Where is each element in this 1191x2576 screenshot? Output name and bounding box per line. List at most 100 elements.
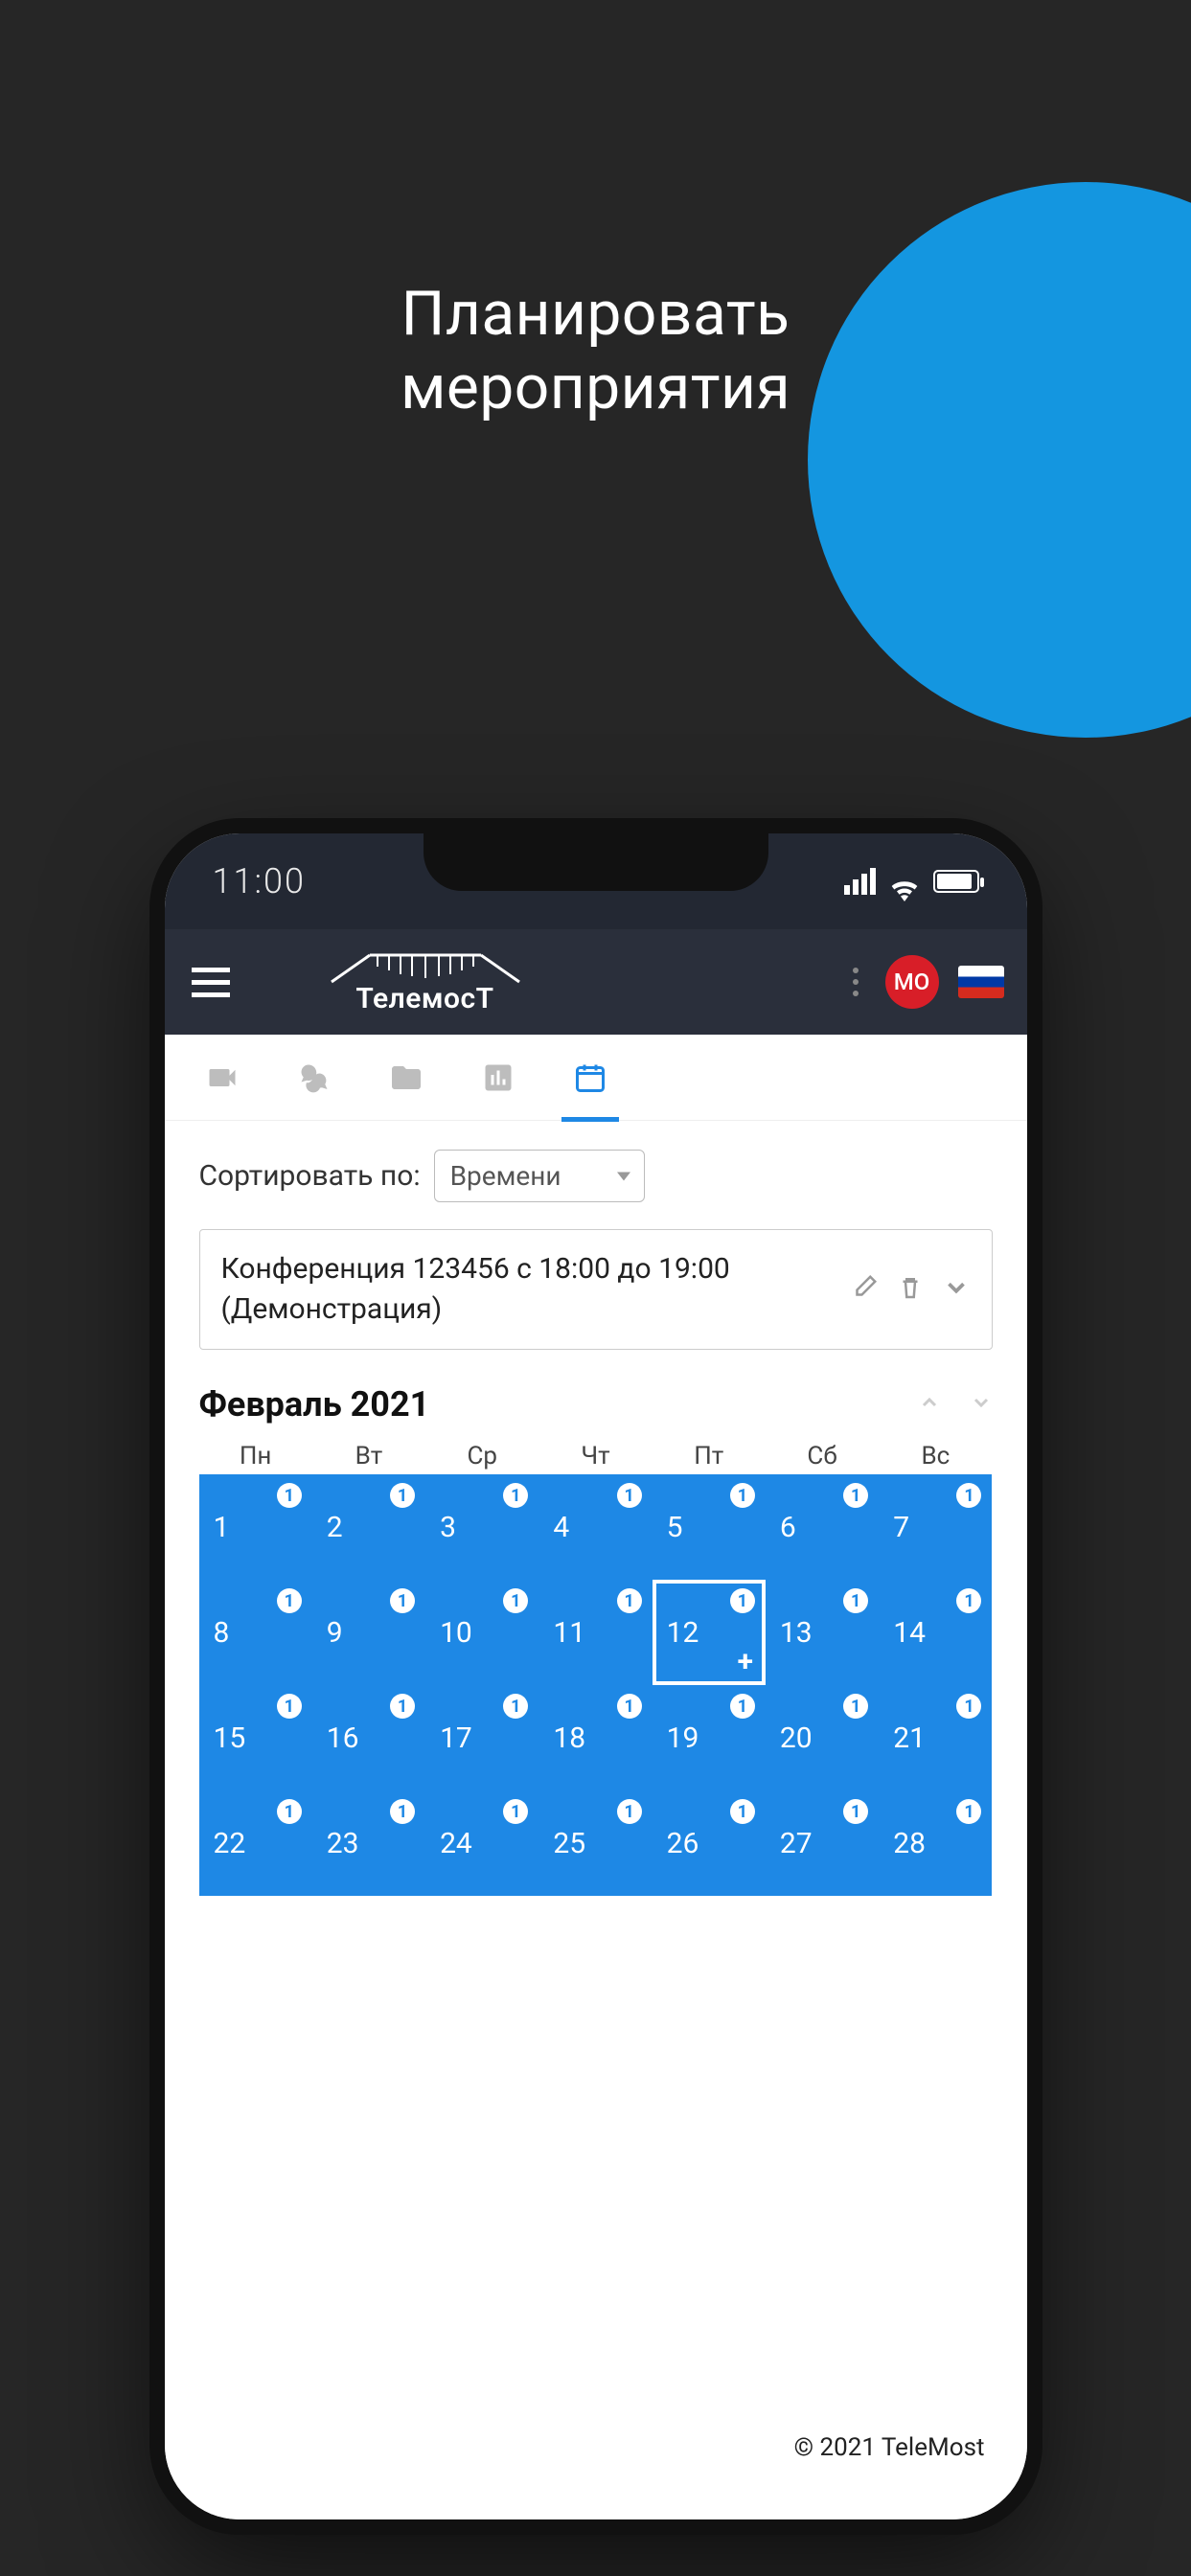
day-event-badge: 1 <box>956 1694 981 1719</box>
prev-month-button[interactable] <box>918 1391 941 1418</box>
calendar-day[interactable]: 71 <box>879 1474 992 1580</box>
calendar-day[interactable]: 12 1 + <box>653 1580 766 1685</box>
calendar-day[interactable]: 91 <box>312 1580 425 1685</box>
menu-button[interactable] <box>188 964 234 1001</box>
day-number: 12 <box>667 1616 699 1650</box>
day-event-badge: 1 <box>277 1588 302 1613</box>
language-flag-ru[interactable] <box>958 966 1004 998</box>
calendar-day[interactable]: 151 <box>199 1685 312 1790</box>
calendar-day[interactable]: 251 <box>538 1790 652 1896</box>
day-number: 22 <box>214 1827 246 1860</box>
day-event-badge: 1 <box>843 1483 868 1508</box>
day-event-badge: 1 <box>956 1483 981 1508</box>
day-number: 23 <box>327 1827 359 1860</box>
calendar-day[interactable]: 23 1 <box>312 1790 425 1896</box>
day-number: 10 <box>440 1616 472 1650</box>
expand-icon[interactable] <box>942 1273 971 1306</box>
calendar-day[interactable]: 41 <box>538 1474 652 1580</box>
event-card[interactable]: Конференция 123456 с 18:00 до 19:00 (Дем… <box>199 1229 993 1350</box>
calendar-day[interactable]: 11 <box>199 1474 312 1580</box>
day-number: 6 <box>780 1511 796 1544</box>
day-number: 2 <box>327 1511 343 1544</box>
brand-text: ТелемосТ <box>355 982 493 1015</box>
sort-label: Сортировать по: <box>199 1159 421 1193</box>
calendar-day[interactable]: 17 1 <box>425 1685 538 1790</box>
day-number: 27 <box>780 1827 813 1860</box>
day-number: 5 <box>667 1511 683 1544</box>
add-event-icon[interactable]: + <box>738 1645 753 1678</box>
calendar-day[interactable]: 131 <box>766 1580 879 1685</box>
day-number: 17 <box>440 1721 472 1755</box>
calendar-day[interactable]: 191 <box>653 1685 766 1790</box>
calendar-day[interactable]: 61 <box>766 1474 879 1580</box>
more-menu-button[interactable] <box>845 960 866 1004</box>
day-event-badge: 1 <box>617 1483 642 1508</box>
tab-stats[interactable] <box>479 1059 517 1097</box>
day-event-badge: 1 <box>503 1694 528 1719</box>
weekday-label: Сб <box>766 1442 879 1470</box>
edit-icon[interactable] <box>850 1273 879 1306</box>
calendar-day[interactable]: 211 <box>879 1685 992 1790</box>
day-event-badge: 1 <box>503 1483 528 1508</box>
day-event-badge: 1 <box>843 1694 868 1719</box>
month-title: Февраль 2021 <box>199 1384 430 1425</box>
promo-title: Планировать мероприятия <box>0 278 1191 425</box>
calendar-day[interactable]: 31 <box>425 1474 538 1580</box>
calendar-day[interactable]: 51 <box>653 1474 766 1580</box>
user-avatar[interactable]: МО <box>885 955 939 1009</box>
avatar-initials: МО <box>894 969 930 995</box>
day-event-badge: 1 <box>617 1694 642 1719</box>
weekday-label: Вс <box>879 1442 992 1470</box>
day-number: 28 <box>893 1827 926 1860</box>
tab-calendar[interactable] <box>571 1059 609 1097</box>
sort-row: Сортировать по: Времени <box>199 1150 993 1202</box>
next-month-button[interactable] <box>970 1391 993 1418</box>
wifi-icon <box>889 870 920 893</box>
calendar-day[interactable]: 81 <box>199 1580 312 1685</box>
day-event-badge: 1 <box>503 1799 528 1824</box>
app-header: ТелемосТ МО <box>165 929 1027 1035</box>
calendar-day[interactable]: 111 <box>538 1580 652 1685</box>
day-number: 24 <box>440 1827 472 1860</box>
delete-icon[interactable] <box>896 1273 925 1306</box>
promo-line1: Планировать <box>401 278 790 350</box>
day-number: 4 <box>553 1511 569 1544</box>
day-number: 15 <box>214 1721 246 1755</box>
calendar-day[interactable]: 24 1 <box>425 1790 538 1896</box>
calendar-day[interactable]: 161 <box>312 1685 425 1790</box>
promo-line2: мероприятия <box>401 352 790 423</box>
brand-logo: ТелемосТ <box>330 949 521 1015</box>
battery-icon <box>933 870 979 893</box>
sort-selected: Времени <box>450 1160 561 1192</box>
event-title: Конференция 123456 с 18:00 до 19:00 (Дем… <box>221 1249 835 1330</box>
calendar-day[interactable]: 271 <box>766 1790 879 1896</box>
tab-files[interactable] <box>387 1059 425 1097</box>
tab-video[interactable] <box>203 1059 241 1097</box>
calendar-day[interactable]: 141 <box>879 1580 992 1685</box>
tab-chat[interactable] <box>295 1059 333 1097</box>
status-time: 11:00 <box>213 861 306 901</box>
calendar-day[interactable]: 101 <box>425 1580 538 1685</box>
day-number: 3 <box>440 1511 456 1544</box>
weekday-label: Чт <box>538 1442 652 1470</box>
calendar-day[interactable]: 221 <box>199 1790 312 1896</box>
calendar-day[interactable]: 281 <box>879 1790 992 1896</box>
day-event-badge: 1 <box>390 1799 415 1824</box>
day-number: 1 <box>214 1511 230 1544</box>
day-event-badge: 1 <box>390 1483 415 1508</box>
weekday-label: Пт <box>653 1442 766 1470</box>
calendar-grid: 112131415161718191101111121+131141151161… <box>199 1474 993 1896</box>
sort-select[interactable]: Времени <box>434 1150 645 1202</box>
day-event-badge: 1 <box>956 1588 981 1613</box>
day-event-badge: 1 <box>730 1588 755 1613</box>
calendar-day[interactable]: 261 <box>653 1790 766 1896</box>
calendar-day[interactable]: 21 <box>312 1474 425 1580</box>
background-circle <box>808 182 1191 738</box>
day-number: 25 <box>553 1827 585 1860</box>
day-event-badge: 1 <box>390 1694 415 1719</box>
calendar-day[interactable]: 181 <box>538 1685 652 1790</box>
calendar-day[interactable]: 201 <box>766 1685 879 1790</box>
day-number: 19 <box>667 1721 699 1755</box>
day-event-badge: 1 <box>730 1799 755 1824</box>
day-number: 8 <box>214 1616 230 1650</box>
